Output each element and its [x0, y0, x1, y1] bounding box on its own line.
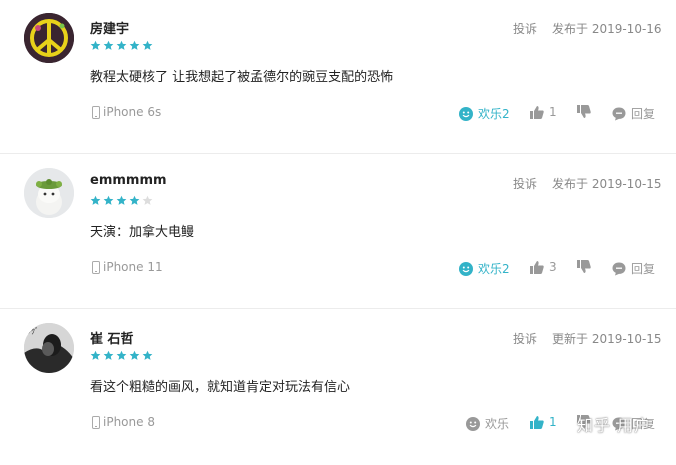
- fun-button[interactable]: 欢乐2: [459, 105, 510, 122]
- star-filled-icon: [116, 40, 127, 50]
- device-info: iPhone 11: [92, 260, 163, 274]
- star-filled-icon: [103, 195, 114, 205]
- star-filled-icon: [129, 195, 140, 205]
- report-link[interactable]: 投诉: [513, 330, 537, 347]
- person-photo-avatar: ﾚｸﾞ: [24, 323, 74, 373]
- thumbs-up-icon: [530, 106, 544, 119]
- like-count: 1: [549, 105, 557, 119]
- divider: [0, 153, 676, 154]
- peace-sign-icon: [24, 13, 74, 63]
- star-filled-icon: [129, 40, 140, 50]
- review-item: emmmmm 投诉 发布于 2019-10-15 天演：加拿大电鳗 iPhone…: [0, 155, 676, 310]
- reply-label: 回复: [631, 107, 656, 121]
- star-rating: [90, 40, 153, 54]
- thumbs-up-icon: [530, 261, 544, 274]
- like-button[interactable]: 3: [530, 260, 557, 274]
- thumbs-up-icon: [530, 416, 544, 429]
- fun-label: 欢乐2: [478, 107, 510, 121]
- device-label: iPhone 11: [103, 260, 163, 274]
- star-filled-icon: [90, 40, 101, 50]
- avatar[interactable]: [24, 13, 74, 63]
- phone-icon: [92, 105, 100, 119]
- device-label: iPhone 8: [103, 415, 155, 429]
- star-filled-icon: [142, 350, 153, 360]
- star-filled-icon: [129, 350, 140, 360]
- star-filled-icon: [90, 195, 101, 205]
- dislike-button[interactable]: [577, 260, 591, 274]
- star-rating: [90, 195, 153, 209]
- phone-icon: [92, 415, 100, 429]
- like-count: 1: [549, 415, 557, 429]
- watermark: 知乎 用户: [577, 416, 652, 435]
- star-filled-icon: [116, 350, 127, 360]
- star-filled-icon: [90, 350, 101, 360]
- smiley-icon: [466, 416, 480, 431]
- cat-photo-avatar: [24, 168, 74, 218]
- divider: [0, 308, 676, 309]
- report-link[interactable]: 投诉: [513, 20, 537, 37]
- like-button[interactable]: 1: [530, 415, 557, 429]
- star-rating: [90, 350, 153, 364]
- dislike-button[interactable]: [577, 105, 591, 119]
- fun-label: 欢乐: [485, 417, 510, 431]
- svg-text:ﾚｸﾞ: ﾚｸﾞ: [27, 327, 39, 336]
- review-content: 教程太硬核了 让我想起了被孟德尔的豌豆支配的恐怖: [90, 70, 394, 85]
- review-content: 天演：加拿大电鳗: [90, 225, 195, 240]
- report-link[interactable]: 投诉: [513, 175, 537, 192]
- speech-bubble-icon: [612, 107, 626, 120]
- post-date: 发布于 2019-10-16: [552, 22, 662, 36]
- smiley-icon: [459, 261, 473, 276]
- star-filled-icon: [103, 40, 114, 50]
- like-count: 3: [549, 260, 557, 274]
- review-item: 房建宇 投诉 发布于 2019-10-16 教程太硬核了 让我想起了被孟德尔的豌…: [0, 0, 676, 155]
- update-date: 更新于 2019-10-15: [552, 332, 662, 346]
- phone-icon: [92, 260, 100, 274]
- username[interactable]: emmmmm: [90, 173, 167, 188]
- reply-button[interactable]: 回复: [612, 105, 655, 122]
- thumbs-down-icon: [577, 105, 591, 118]
- device-info: iPhone 8: [92, 415, 155, 429]
- fun-label: 欢乐2: [478, 262, 510, 276]
- fun-button[interactable]: 欢乐: [466, 415, 509, 432]
- post-date: 发布于 2019-10-15: [552, 177, 662, 191]
- thumbs-down-icon: [577, 260, 591, 273]
- avatar[interactable]: ﾚｸﾞ: [24, 323, 74, 373]
- star-empty-icon: [142, 195, 153, 205]
- avatar[interactable]: [24, 168, 74, 218]
- reply-button[interactable]: 回复: [612, 260, 655, 277]
- username[interactable]: 房建宇: [90, 18, 129, 37]
- star-filled-icon: [142, 40, 153, 50]
- star-filled-icon: [116, 195, 127, 205]
- review-item: ﾚｸﾞ 崔 石哲 投诉 更新于 2019-10-15 看这个粗糙的画风，就知道肯…: [0, 310, 676, 465]
- smiley-icon: [459, 106, 473, 121]
- device-label: iPhone 6s: [103, 105, 162, 119]
- username[interactable]: 崔 石哲: [90, 328, 134, 347]
- star-filled-icon: [103, 350, 114, 360]
- device-info: iPhone 6s: [92, 105, 161, 119]
- reply-label: 回复: [631, 262, 656, 276]
- speech-bubble-icon: [612, 262, 626, 275]
- review-content: 看这个粗糙的画风，就知道肯定对玩法有信心: [90, 380, 351, 395]
- fun-button[interactable]: 欢乐2: [459, 260, 510, 277]
- like-button[interactable]: 1: [530, 105, 557, 119]
